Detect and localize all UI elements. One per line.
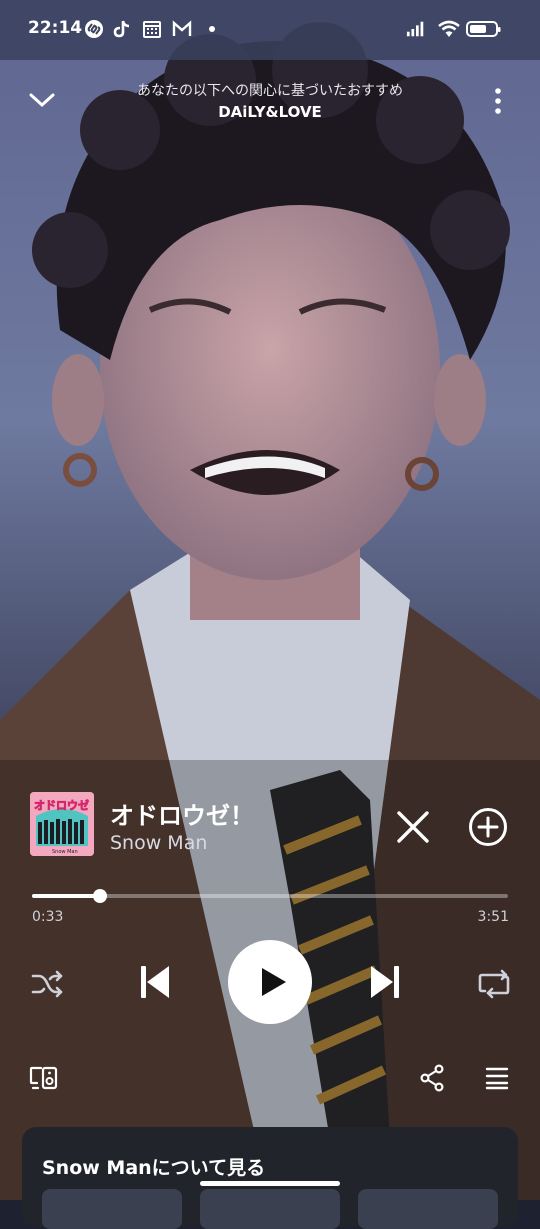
- track-info: オドロウゼ Snow Man オドロウゼ！ Snow Man: [30, 792, 510, 858]
- signal-icon: [406, 21, 424, 37]
- progress-handle[interactable]: [93, 889, 108, 903]
- more-options-icon[interactable]: [488, 86, 508, 116]
- artist-photo-thumbnail[interactable]: [42, 1189, 182, 1229]
- total-time: 3:51: [477, 909, 509, 925]
- status-time: 22:14: [28, 18, 83, 38]
- share-icon[interactable]: [419, 1064, 445, 1092]
- album-cover-art: オドロウゼ Snow Man: [30, 792, 94, 856]
- play-icon: [262, 968, 286, 996]
- recommendation-subtitle: あなたの以下への関心に基づいたおすすめ: [137, 83, 403, 99]
- battery-icon: [466, 21, 501, 37]
- album-cover-title: オドロウゼ: [34, 798, 89, 812]
- playlist-title[interactable]: DAiLY&LOVE: [100, 103, 440, 121]
- artist-photo-thumbnail[interactable]: [358, 1189, 498, 1229]
- calendar-icon: [143, 21, 161, 38]
- album-cover[interactable]: オドロウゼ Snow Man: [30, 792, 94, 856]
- dot-icon: [209, 26, 215, 32]
- artist-name[interactable]: Snow Man: [110, 832, 207, 854]
- current-time: 0:33: [32, 909, 64, 925]
- gmail-icon: [172, 20, 192, 36]
- song-title[interactable]: オドロウゼ！: [110, 796, 254, 831]
- shazam-icon: [85, 20, 103, 38]
- album-cover-artist: Snow Man: [52, 849, 78, 855]
- artist-photo-thumbnail[interactable]: [200, 1189, 340, 1229]
- play-button[interactable]: [228, 940, 312, 1024]
- repeat-icon[interactable]: [477, 967, 511, 1001]
- queue-list-icon[interactable]: [484, 1066, 510, 1090]
- home-indicator[interactable]: [200, 1181, 340, 1186]
- about-artist-label: Snow Manについて見る: [42, 1157, 266, 1179]
- wifi-icon: [438, 20, 460, 37]
- next-track-icon[interactable]: [368, 963, 402, 1001]
- about-artist-card[interactable]: Snow Manについて見る: [22, 1127, 518, 1229]
- dislike-close-icon[interactable]: [396, 810, 430, 844]
- status-bar: 22:14: [0, 0, 540, 60]
- progress-fill: [32, 894, 101, 898]
- cast-devices-icon[interactable]: [29, 1065, 59, 1091]
- progress-bar[interactable]: [32, 889, 508, 903]
- player-header: あなたの以下への関心に基づいたおすすめ DAiLY&LOVE: [0, 70, 540, 130]
- add-to-library-icon[interactable]: [467, 806, 509, 848]
- previous-track-icon[interactable]: [138, 963, 172, 1001]
- chevron-down-icon[interactable]: [28, 92, 56, 110]
- shuffle-icon[interactable]: [30, 967, 64, 1001]
- tiktok-icon: [113, 20, 130, 38]
